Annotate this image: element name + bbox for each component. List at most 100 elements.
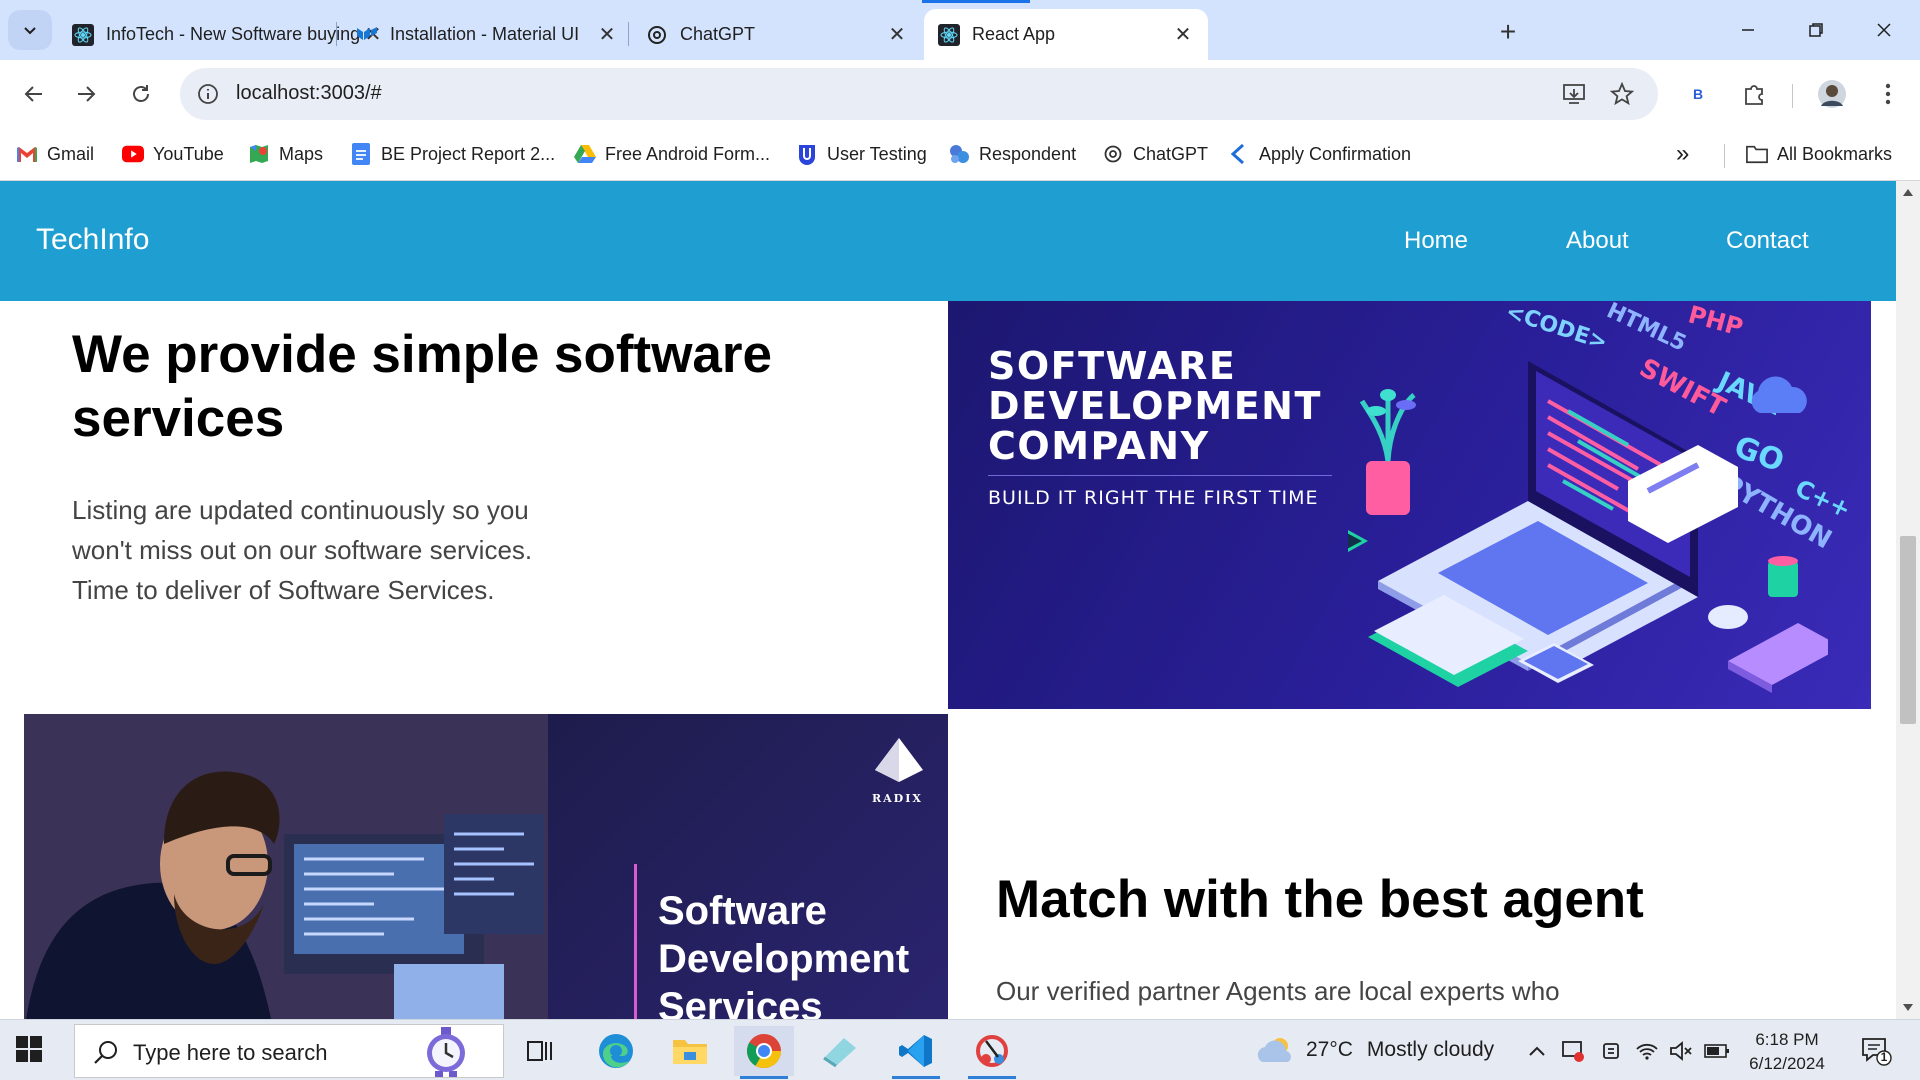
clock-character-icon bbox=[427, 1027, 465, 1077]
bookmark-label: Free Android Form... bbox=[605, 143, 771, 164]
bookmark-free-android[interactable]: Free Android Form... bbox=[574, 136, 770, 172]
taskbar-snipping-app[interactable] bbox=[810, 1026, 870, 1076]
install-app-icon[interactable] bbox=[1560, 80, 1588, 108]
close-icon[interactable]: ✕ bbox=[886, 24, 908, 46]
forward-button[interactable] bbox=[66, 74, 106, 114]
weather-temperature: 27°C bbox=[1306, 1038, 1353, 1061]
folder-icon bbox=[1746, 143, 1768, 165]
tab-search-button[interactable] bbox=[8, 10, 52, 50]
banner-headline-line: DEVELOPMENT bbox=[988, 384, 1322, 428]
show-hidden-icons-button[interactable] bbox=[1524, 1038, 1550, 1064]
close-icon[interactable]: ✕ bbox=[596, 24, 618, 46]
double-chevron-right-icon: » bbox=[1676, 140, 1690, 167]
chevron-up-icon bbox=[1529, 1046, 1545, 1056]
profile-extension-button[interactable]: B bbox=[1678, 74, 1718, 114]
reload-button[interactable] bbox=[121, 74, 161, 114]
bookmark-youtube[interactable]: YouTube bbox=[122, 136, 224, 172]
chatgpt-icon bbox=[1102, 143, 1124, 165]
profile-badge: B bbox=[1692, 86, 1704, 102]
apply-icon bbox=[1228, 143, 1250, 165]
bookmarks-overflow-button[interactable]: » bbox=[1676, 136, 1689, 172]
url-text[interactable]: localhost:3003/# bbox=[236, 82, 382, 105]
tab-separator bbox=[336, 22, 337, 46]
tab-react-app[interactable]: React App ✕ bbox=[924, 9, 1208, 60]
plus-icon: + bbox=[1499, 16, 1517, 47]
all-bookmarks-button[interactable]: All Bookmarks bbox=[1746, 136, 1892, 172]
taskbar-screen-recorder[interactable] bbox=[962, 1026, 1022, 1079]
clock-date: 6/12/2024 bbox=[1749, 1054, 1825, 1073]
arrow-left-icon bbox=[24, 86, 42, 102]
banner-subline: BUILD IT RIGHT THE FIRST TIME bbox=[988, 487, 1319, 509]
bookmark-label: User Testing bbox=[827, 143, 927, 164]
tray-wifi[interactable] bbox=[1634, 1038, 1660, 1064]
bookmark-user-testing[interactable]: User Testing bbox=[796, 136, 927, 172]
react-icon bbox=[72, 23, 94, 46]
hero-title: We provide simple software services bbox=[72, 325, 772, 448]
scroll-down-icon[interactable] bbox=[1903, 1004, 1913, 1011]
radix-logo-text: RADIX bbox=[872, 792, 923, 805]
vscode-icon bbox=[899, 1035, 932, 1067]
taskbar-vscode[interactable] bbox=[886, 1026, 946, 1079]
nav-link-contact[interactable]: Contact bbox=[1726, 227, 1809, 255]
tray-battery[interactable] bbox=[1704, 1038, 1730, 1064]
bookmark-apply-confirmation[interactable]: Apply Confirmation bbox=[1228, 136, 1411, 172]
taskbar-search-box[interactable]: Type here to search bbox=[74, 1024, 504, 1078]
weather-widget[interactable]: 27°C Mostly cloudy bbox=[1256, 1032, 1494, 1068]
bookmark-be-project[interactable]: BE Project Report 2... bbox=[350, 136, 555, 172]
extensions-button[interactable] bbox=[1734, 74, 1774, 114]
close-window-button[interactable] bbox=[1856, 8, 1912, 52]
taskbar-edge[interactable] bbox=[586, 1026, 646, 1076]
hero-description: Listing are updated continuously so you … bbox=[72, 495, 533, 605]
tray-security[interactable] bbox=[1560, 1038, 1586, 1064]
site-info-icon[interactable] bbox=[194, 80, 222, 108]
avatar[interactable] bbox=[1812, 74, 1852, 114]
bookmark-star-icon[interactable] bbox=[1608, 80, 1636, 108]
windows-taskbar: Type here to search 27°C Mostly cloudy 6… bbox=[0, 1019, 1920, 1080]
bookmark-gmail[interactable]: Gmail bbox=[16, 136, 94, 172]
tray-volume[interactable] bbox=[1668, 1038, 1694, 1064]
development-services-banner: RADIX Software Development Services bbox=[24, 714, 948, 1019]
kebab-menu-icon bbox=[1885, 83, 1891, 105]
minimize-button[interactable] bbox=[1720, 8, 1776, 52]
taskbar-clock[interactable]: 6:18 PM 6/12/2024 bbox=[1740, 1028, 1834, 1076]
keyword-php: PHP bbox=[1685, 301, 1746, 342]
bookmark-chatgpt[interactable]: ChatGPT bbox=[1102, 136, 1208, 172]
scrollbar-thumb[interactable] bbox=[1900, 536, 1916, 724]
task-view-button[interactable] bbox=[510, 1026, 570, 1076]
page-scrollbar[interactable] bbox=[1896, 181, 1920, 1019]
tray-meet[interactable] bbox=[1598, 1038, 1624, 1064]
services-title-line: Services bbox=[658, 985, 823, 1019]
address-bar[interactable]: localhost:3003/# bbox=[180, 68, 1658, 120]
chrome-icon bbox=[747, 1034, 781, 1068]
nav-link-about[interactable]: About bbox=[1566, 227, 1629, 255]
bookmark-label: YouTube bbox=[153, 143, 224, 164]
restore-icon bbox=[1809, 23, 1823, 37]
tab-installation-mui[interactable]: Installation - Material UI ✕ bbox=[342, 9, 632, 60]
nav-link-home[interactable]: Home bbox=[1404, 227, 1468, 255]
close-icon[interactable]: ✕ bbox=[1172, 24, 1194, 46]
minimize-icon bbox=[1742, 29, 1754, 31]
taskbar-chrome[interactable] bbox=[734, 1026, 794, 1079]
windows-start-icon[interactable] bbox=[16, 1036, 42, 1062]
taskbar-file-explorer[interactable] bbox=[660, 1026, 720, 1076]
puzzle-icon bbox=[1745, 85, 1763, 105]
page-viewport: TechInfo Home About Contact We provide s… bbox=[0, 181, 1920, 1019]
docs-icon bbox=[350, 143, 372, 165]
recorder-icon bbox=[976, 1035, 1008, 1067]
restore-button[interactable] bbox=[1788, 8, 1844, 52]
arrow-right-icon bbox=[78, 86, 96, 102]
active-app-indicator bbox=[740, 1076, 788, 1079]
back-button[interactable] bbox=[14, 74, 54, 114]
site-brand[interactable]: TechInfo bbox=[36, 223, 149, 257]
search-icon bbox=[94, 1041, 117, 1064]
menu-button[interactable] bbox=[1868, 74, 1908, 114]
edge-icon bbox=[599, 1034, 633, 1068]
notification-center-button[interactable]: 1 bbox=[1860, 1036, 1892, 1066]
browser-toolbar: localhost:3003/# B bbox=[0, 60, 1920, 128]
new-tab-button[interactable]: + bbox=[1490, 14, 1526, 50]
bookmark-respondent[interactable]: Respondent bbox=[948, 136, 1076, 172]
bookmark-maps[interactable]: Maps bbox=[248, 136, 323, 172]
scroll-up-icon[interactable] bbox=[1903, 189, 1913, 196]
tab-chatgpt[interactable]: ChatGPT ✕ bbox=[632, 9, 922, 60]
bookmark-label: BE Project Report 2... bbox=[381, 143, 556, 164]
